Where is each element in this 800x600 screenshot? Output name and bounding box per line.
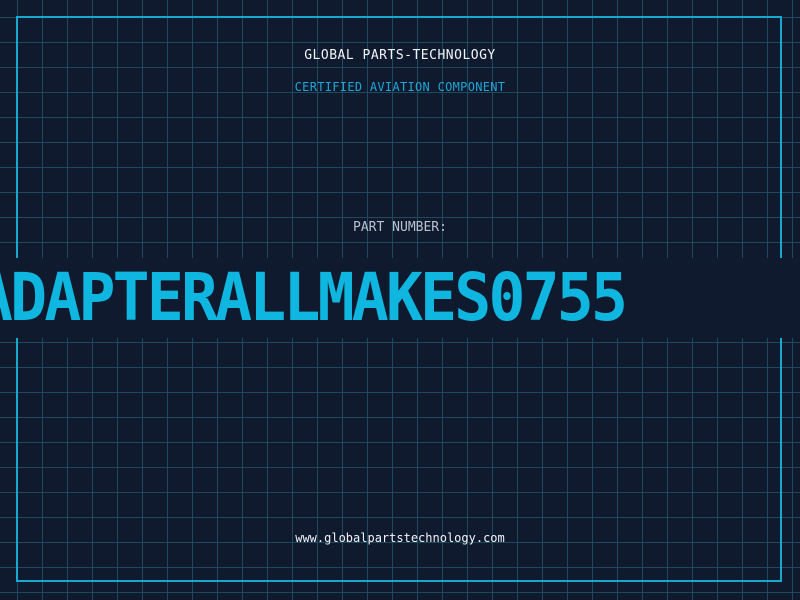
part-number-label: PART NUMBER: — [353, 220, 447, 235]
company-name: GLOBAL PARTS-TECHNOLOGY — [304, 48, 496, 63]
part-number-band: ADAPTERALLMAKES0755 — [0, 258, 800, 338]
certificate-card: GLOBAL PARTS-TECHNOLOGY CERTIFIED AVIATI… — [0, 0, 800, 600]
website-url: www.globalpartstechnology.com — [295, 531, 505, 545]
certification-subtitle: CERTIFIED AVIATION COMPONENT — [294, 80, 506, 94]
part-number-value: ADAPTERALLMAKES0755 — [0, 259, 628, 336]
